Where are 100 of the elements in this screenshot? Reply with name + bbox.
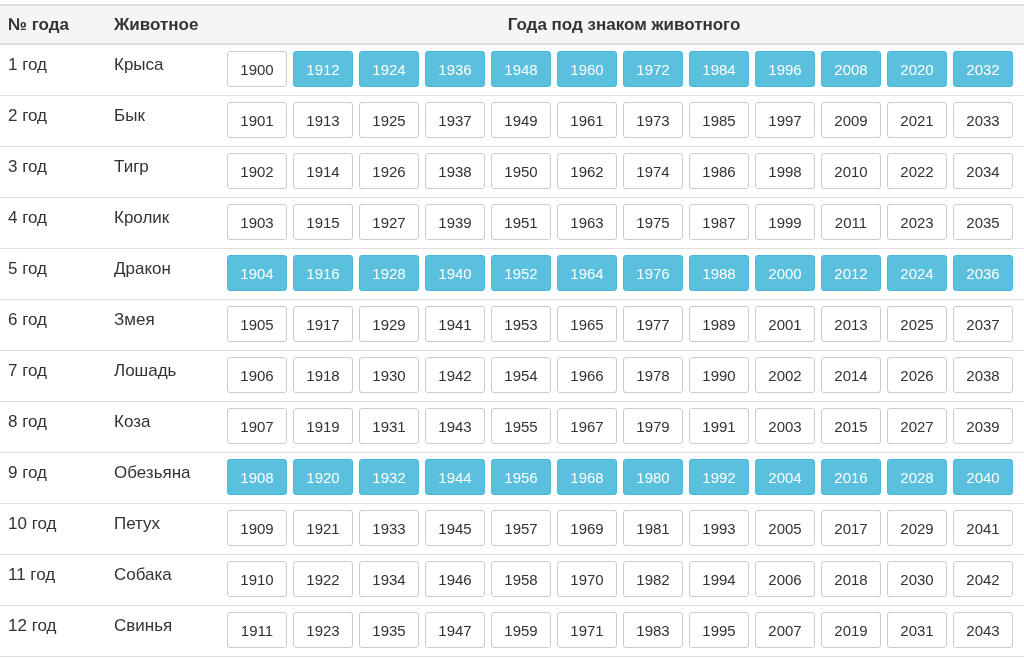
year-chip: 2032 xyxy=(953,51,1013,87)
year-chip: 1965 xyxy=(557,306,617,342)
year-chip: 2038 xyxy=(953,357,1013,393)
year-chip: 2001 xyxy=(755,306,815,342)
year-chip: 1958 xyxy=(491,561,551,597)
year-number-cell: 11 год xyxy=(8,565,56,584)
year-chip: 1905 xyxy=(227,306,287,342)
year-chip: 1984 xyxy=(689,51,749,87)
year-chip: 1911 xyxy=(227,612,287,648)
animal-name-cell: Собака xyxy=(114,565,172,584)
year-chip: 1992 xyxy=(689,459,749,495)
year-chip: 1964 xyxy=(557,255,617,291)
year-chip: 2016 xyxy=(821,459,881,495)
year-chip: 1959 xyxy=(491,612,551,648)
year-chip: 2028 xyxy=(887,459,947,495)
year-chip: 2012 xyxy=(821,255,881,291)
year-chip: 2024 xyxy=(887,255,947,291)
year-chip: 1955 xyxy=(491,408,551,444)
animal-name-cell: Крыса xyxy=(114,55,164,74)
year-chip: 1924 xyxy=(359,51,419,87)
year-chip: 1949 xyxy=(491,102,551,138)
year-chip: 1969 xyxy=(557,510,617,546)
animal-name-cell: Дракон xyxy=(114,259,171,278)
year-chip: 1906 xyxy=(227,357,287,393)
year-chip: 2013 xyxy=(821,306,881,342)
animal-name-cell: Петух xyxy=(114,514,161,533)
year-chip: 1925 xyxy=(359,102,419,138)
year-chip: 1975 xyxy=(623,204,683,240)
year-chip: 2010 xyxy=(821,153,881,189)
year-chip: 1928 xyxy=(359,255,419,291)
year-chip: 2023 xyxy=(887,204,947,240)
year-chip: 1994 xyxy=(689,561,749,597)
year-chip: 1947 xyxy=(425,612,485,648)
year-chip: 2022 xyxy=(887,153,947,189)
year-chip: 2027 xyxy=(887,408,947,444)
year-chip: 1941 xyxy=(425,306,485,342)
year-chip: 1998 xyxy=(755,153,815,189)
year-chip: 1921 xyxy=(293,510,353,546)
year-chip: 1938 xyxy=(425,153,485,189)
year-chip: 1912 xyxy=(293,51,353,87)
year-number-cell: 9 год xyxy=(8,463,47,482)
animal-name-cell: Обезьяна xyxy=(114,463,191,482)
animal-name-cell: Коза xyxy=(114,412,151,431)
year-chip: 1960 xyxy=(557,51,617,87)
year-chip: 1919 xyxy=(293,408,353,444)
year-chip: 1987 xyxy=(689,204,749,240)
year-chip: 1942 xyxy=(425,357,485,393)
year-chip: 2008 xyxy=(821,51,881,87)
year-chip: 1966 xyxy=(557,357,617,393)
column-header: Животное xyxy=(114,14,199,34)
year-chip: 1916 xyxy=(293,255,353,291)
year-number-cell: 1 год xyxy=(8,55,47,74)
year-chip: 2041 xyxy=(953,510,1013,546)
year-chip: 1961 xyxy=(557,102,617,138)
animal-name-cell: Тигр xyxy=(114,157,149,176)
year-chip: 1939 xyxy=(425,204,485,240)
year-chip: 1904 xyxy=(227,255,287,291)
year-chip: 1971 xyxy=(557,612,617,648)
year-chip: 2018 xyxy=(821,561,881,597)
year-chip: 1979 xyxy=(623,408,683,444)
year-chip: 1936 xyxy=(425,51,485,87)
year-chip: 2043 xyxy=(953,612,1013,648)
year-chip: 1951 xyxy=(491,204,551,240)
year-chip: 1952 xyxy=(491,255,551,291)
year-chip: 1985 xyxy=(689,102,749,138)
year-chip: 1900 xyxy=(227,51,287,87)
year-chip: 2025 xyxy=(887,306,947,342)
year-chip: 1954 xyxy=(491,357,551,393)
animal-name-cell: Змея xyxy=(114,310,155,329)
year-number-cell: 8 год xyxy=(8,412,47,431)
year-chip: 2017 xyxy=(821,510,881,546)
year-chip: 1946 xyxy=(425,561,485,597)
year-chip: 1934 xyxy=(359,561,419,597)
year-chip: 2004 xyxy=(755,459,815,495)
year-chip: 1945 xyxy=(425,510,485,546)
year-number-cell: 2 год xyxy=(8,106,47,125)
column-header: № года xyxy=(8,14,69,34)
year-chip: 2034 xyxy=(953,153,1013,189)
year-chip: 1997 xyxy=(755,102,815,138)
year-number-cell: 10 год xyxy=(8,514,57,533)
year-chip: 1943 xyxy=(425,408,485,444)
year-chip: 1977 xyxy=(623,306,683,342)
year-chip: 1908 xyxy=(227,459,287,495)
year-chip: 1986 xyxy=(689,153,749,189)
year-chip: 2030 xyxy=(887,561,947,597)
year-chip: 1999 xyxy=(755,204,815,240)
year-chip: 1993 xyxy=(689,510,749,546)
column-header: Года под знаком животного xyxy=(507,14,741,34)
year-chip: 2015 xyxy=(821,408,881,444)
year-chip: 1995 xyxy=(689,612,749,648)
year-chip: 1953 xyxy=(491,306,551,342)
year-chip: 1968 xyxy=(557,459,617,495)
year-chip: 1914 xyxy=(293,153,353,189)
year-chip: 1963 xyxy=(557,204,617,240)
year-chip: 1973 xyxy=(623,102,683,138)
year-number-cell: 7 год xyxy=(8,361,47,380)
year-chip: 1996 xyxy=(755,51,815,87)
year-chip: 1983 xyxy=(623,612,683,648)
year-chip: 1976 xyxy=(623,255,683,291)
year-chip: 2039 xyxy=(953,408,1013,444)
